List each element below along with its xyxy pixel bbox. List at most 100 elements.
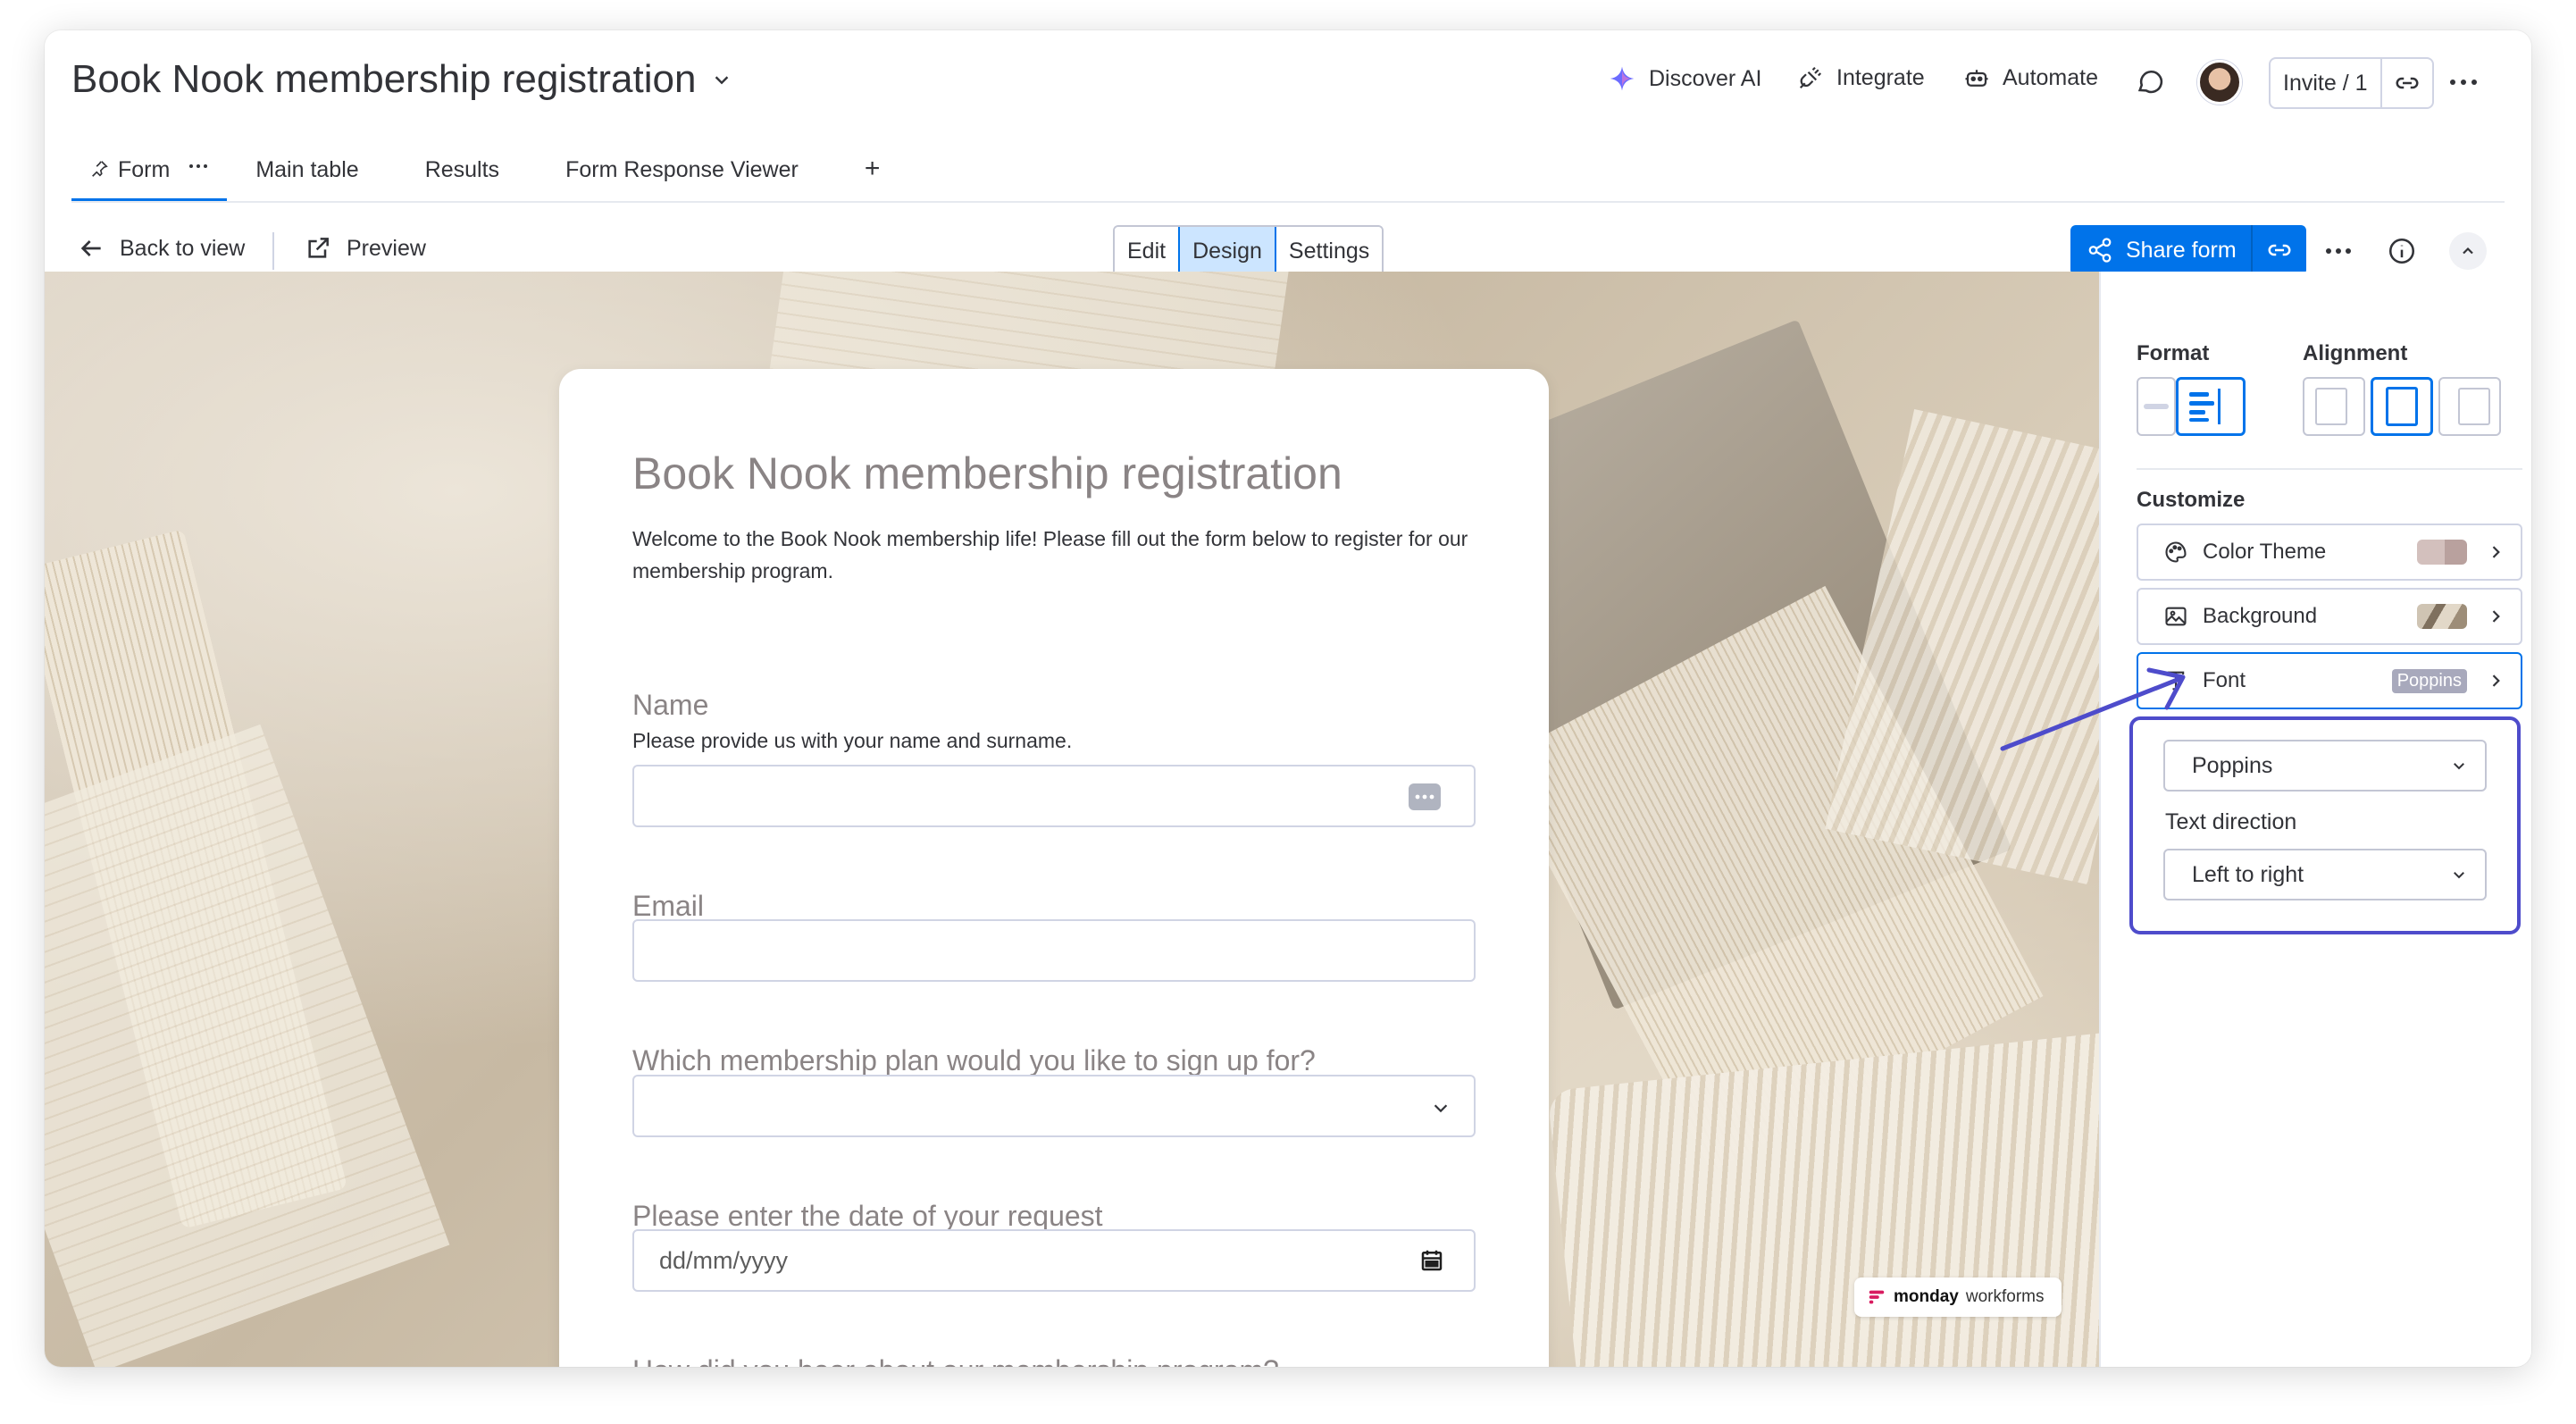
invite-label: Invite / 1 — [2283, 70, 2368, 96]
share-form-button[interactable]: Share form — [2070, 225, 2251, 275]
question-name-label: Name — [632, 689, 709, 721]
add-view-button[interactable]: + — [865, 127, 881, 202]
info-icon[interactable] — [2387, 236, 2417, 266]
integrate-label: Integrate — [1836, 64, 1925, 90]
board-title[interactable]: Book Nook membership registration — [71, 57, 732, 102]
toolbar-separator — [272, 232, 274, 270]
font-family-dropdown[interactable]: Poppins — [2163, 740, 2487, 792]
format-card-button[interactable] — [2176, 377, 2246, 436]
chevron-down-icon — [2451, 758, 2467, 774]
question-name-help: Please provide us with your name and sur… — [632, 729, 1073, 752]
panel-divider — [2137, 468, 2522, 470]
annotation-arrow-icon — [2000, 667, 2186, 751]
integrate-button[interactable]: Integrate — [1797, 64, 1925, 91]
mode-settings-button[interactable]: Settings — [1275, 227, 1383, 275]
chevron-up-icon — [2459, 242, 2477, 260]
form-title: Book Nook membership registration — [632, 448, 1342, 498]
avatar[interactable] — [2197, 60, 2242, 105]
text-direction-dropdown[interactable]: Left to right — [2163, 849, 2487, 900]
tab-form-response-viewer[interactable]: Form Response Viewer — [565, 127, 799, 202]
chevron-down-icon[interactable] — [712, 70, 732, 89]
tab-results[interactable]: Results — [425, 127, 499, 202]
invite-button[interactable]: Invite / 1 — [2271, 59, 2382, 107]
collapse-panel-button[interactable] — [2449, 232, 2487, 270]
more-options-icon[interactable] — [2324, 238, 2353, 264]
format-classic-button[interactable] — [2137, 377, 2176, 436]
text-direction-value: Left to right — [2192, 861, 2304, 887]
sparkle-icon — [1608, 64, 1636, 93]
format-heading: Format — [2137, 341, 2210, 365]
tab-main-table[interactable]: Main table — [255, 127, 358, 202]
external-link-icon — [304, 234, 332, 263]
font-label: Font — [2203, 668, 2246, 692]
email-input[interactable] — [632, 919, 1476, 982]
question-source-label: How did you hear about our membership pr… — [632, 1354, 1279, 1367]
customize-heading: Customize — [2137, 488, 2246, 512]
back-to-view-button[interactable]: Back to view — [77, 234, 245, 263]
alignment-heading: Alignment — [2303, 341, 2408, 365]
more-options-icon[interactable] — [2447, 68, 2480, 96]
tab-form-label: Form — [118, 157, 171, 182]
discover-ai-label: Discover AI — [1649, 65, 1762, 91]
preview-label: Preview — [347, 235, 426, 261]
name-input[interactable] — [632, 765, 1476, 827]
background-thumbnail — [2417, 604, 2467, 629]
text-direction-label: Text direction — [2165, 809, 2297, 834]
chevron-right-icon — [2487, 672, 2505, 690]
view-tabs: Form Main table Results Form Response Vi… — [71, 127, 946, 202]
open-page-image — [45, 724, 450, 1367]
background-label: Background — [2203, 604, 2318, 628]
back-to-view-label: Back to view — [120, 235, 246, 261]
preview-button[interactable]: Preview — [304, 234, 426, 263]
share-icon — [2087, 237, 2113, 264]
invite-group: Invite / 1 — [2269, 57, 2434, 109]
robot-icon — [1963, 64, 1990, 91]
chevron-right-icon — [2487, 607, 2505, 625]
date-input[interactable]: dd/mm/yyyy — [632, 1229, 1476, 1292]
autofill-icon[interactable] — [1408, 783, 1442, 811]
chevron-right-icon — [2487, 543, 2505, 561]
question-date-label: Please enter the date of your request — [632, 1200, 1103, 1232]
chevron-down-icon — [1431, 1098, 1451, 1118]
align-left-button[interactable] — [2303, 377, 2365, 436]
share-form-label: Share form — [2126, 237, 2237, 263]
align-left-glyph — [2315, 388, 2347, 425]
comment-icon[interactable] — [2135, 66, 2165, 96]
tab-menu-icon[interactable] — [188, 155, 209, 177]
plug-icon — [1797, 64, 1824, 91]
link-icon — [2266, 237, 2293, 264]
format-classic-glyph — [2144, 404, 2169, 409]
color-theme-row[interactable]: Color Theme — [2137, 524, 2522, 581]
arrow-left-icon — [77, 234, 105, 263]
mode-switcher: Edit Design Settings — [1113, 225, 1384, 277]
tab-main-table-label: Main table — [255, 157, 359, 182]
color-theme-label: Color Theme — [2203, 540, 2327, 564]
tab-form[interactable]: Form — [71, 127, 228, 202]
question-email-label: Email — [632, 890, 705, 922]
font-value-chip: Poppins — [2391, 668, 2467, 693]
tab-form-response-viewer-label: Form Response Viewer — [565, 157, 799, 182]
share-form-group: Share form — [2070, 225, 2306, 275]
question-plan-label: Which membership plan would you like to … — [632, 1044, 1316, 1076]
calendar-icon[interactable] — [1418, 1247, 1445, 1274]
mode-design-label: Design — [1192, 238, 1262, 264]
watermark-product: workforms — [1965, 1287, 2045, 1306]
monday-workforms-badge[interactable]: monday workforms — [1854, 1277, 2062, 1317]
discover-ai-button[interactable]: Discover AI — [1608, 64, 1761, 93]
tabs-divider — [71, 201, 2505, 203]
automate-label: Automate — [2003, 64, 2099, 90]
align-right-glyph — [2458, 388, 2490, 425]
share-link-button[interactable] — [2250, 225, 2306, 275]
align-center-button[interactable] — [2371, 377, 2433, 436]
chevron-down-icon — [2451, 867, 2467, 883]
align-right-button[interactable] — [2438, 377, 2501, 436]
plan-select[interactable] — [632, 1075, 1476, 1137]
copy-link-button[interactable] — [2382, 59, 2432, 107]
mode-edit-button[interactable]: Edit — [1115, 227, 1179, 275]
tab-results-label: Results — [424, 157, 500, 182]
mode-design-button[interactable]: Design — [1178, 227, 1276, 275]
align-center-glyph — [2386, 387, 2418, 426]
background-row[interactable]: Background — [2137, 588, 2522, 645]
automate-button[interactable]: Automate — [1963, 64, 2098, 91]
palette-icon — [2163, 540, 2188, 565]
